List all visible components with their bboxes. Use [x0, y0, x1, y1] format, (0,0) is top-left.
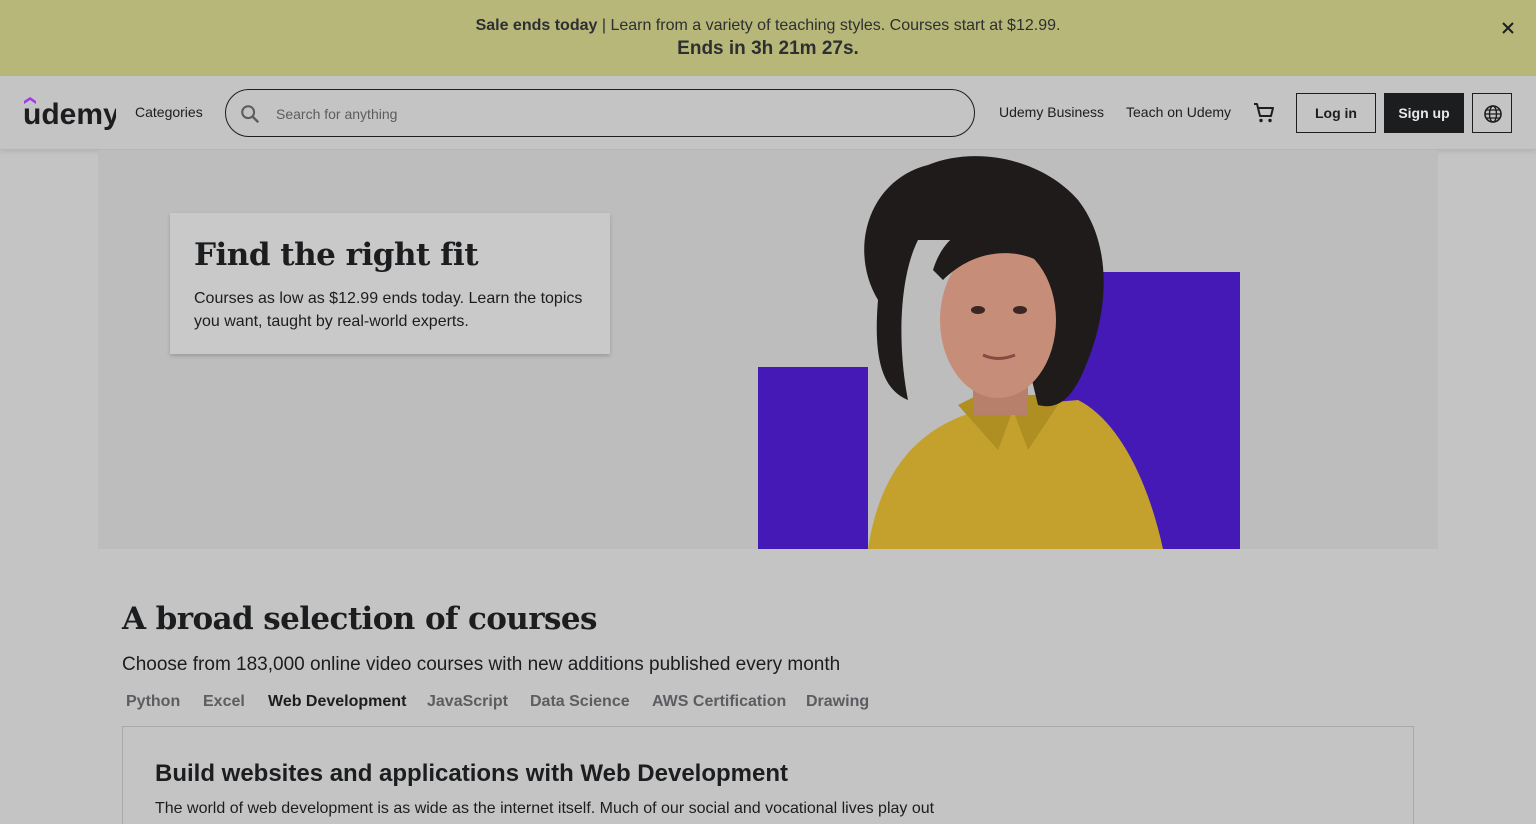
topic-panel: Build websites and applications with Web…	[122, 726, 1414, 824]
tab-aws-certification[interactable]: AWS Certification	[652, 693, 786, 711]
section-title: A broad selection of courses	[122, 601, 597, 637]
globe-icon	[1484, 105, 1502, 123]
tab-data-science[interactable]: Data Science	[530, 693, 630, 711]
hero-banner: Find the right fit Courses as low as $12…	[98, 150, 1438, 549]
panel-title: Build websites and applications with Web…	[155, 760, 788, 787]
panel-description: The world of web development is as wide …	[155, 800, 935, 824]
sale-ends-label: Sale ends today	[475, 17, 598, 34]
hero-title: Find the right fit	[194, 237, 479, 273]
login-button[interactable]: Log in	[1296, 93, 1376, 133]
hero-subtitle: Courses as low as $12.99 ends today. Lea…	[194, 290, 583, 330]
cart-icon[interactable]	[1252, 101, 1276, 130]
sale-details: | Learn from a variety of teaching style…	[597, 17, 1061, 34]
teach-on-udemy-link[interactable]: Teach on Udemy	[1126, 104, 1231, 120]
top-navigation: udemy Categories Udemy Business Teach on…	[0, 76, 1536, 150]
categories-link[interactable]: Categories	[135, 104, 203, 120]
hero-card: Find the right fit Courses as low as $12…	[170, 213, 610, 354]
tab-python[interactable]: Python	[126, 693, 180, 711]
tab-web-development[interactable]: Web Development	[268, 693, 406, 711]
search-input[interactable]	[276, 102, 956, 126]
search-icon[interactable]	[239, 103, 261, 130]
sale-banner: Sale ends today | Learn from a variety o…	[0, 0, 1536, 76]
tab-javascript[interactable]: JavaScript	[427, 693, 508, 711]
tab-excel[interactable]: Excel	[203, 693, 245, 711]
language-button[interactable]	[1472, 93, 1512, 133]
section-subtitle: Choose from 183,000 online video courses…	[122, 654, 841, 675]
udemy-logo[interactable]: udemy	[23, 95, 120, 136]
search-bar	[225, 89, 975, 137]
signup-button[interactable]: Sign up	[1384, 93, 1464, 133]
udemy-business-link[interactable]: Udemy Business	[999, 104, 1104, 120]
close-icon[interactable]	[1496, 16, 1520, 40]
tab-drawing[interactable]: Drawing	[806, 693, 869, 711]
svg-text:udemy: udemy	[24, 98, 116, 131]
sale-countdown: Ends in 3h 21m 27s.	[677, 38, 859, 59]
hero-image	[758, 156, 1240, 549]
sale-message: Sale ends today | Learn from a variety o…	[0, 17, 1536, 35]
